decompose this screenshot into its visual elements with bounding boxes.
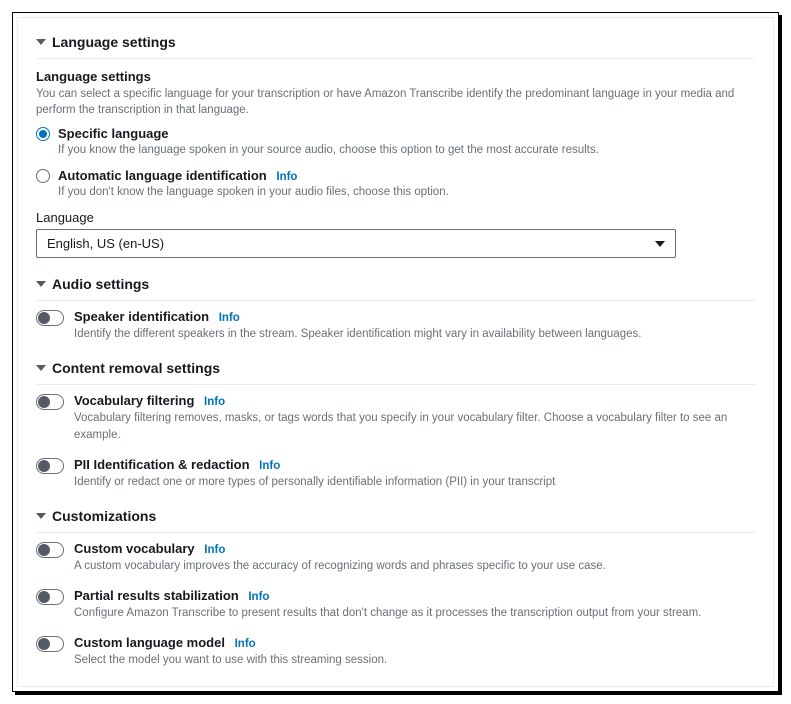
speaker-id-label: Speaker identification	[74, 309, 209, 324]
partial-results-body: Partial results stabilization Info Confi…	[74, 588, 701, 621]
pii-body: PII Identification & redaction Info Iden…	[74, 457, 555, 490]
partial-results-help: Configure Amazon Transcribe to present r…	[74, 605, 701, 621]
toggle-row-custom-lm: Custom language model Info Select the mo…	[36, 635, 755, 668]
section-header-language-settings[interactable]: Language settings	[36, 34, 755, 59]
partial-results-label: Partial results stabilization	[74, 588, 239, 603]
radio-specific-language[interactable]	[36, 127, 50, 141]
toggle-row-partial-results: Partial results stabilization Info Confi…	[36, 588, 755, 621]
caret-down-icon	[36, 281, 46, 287]
toggle-row-vocab-filter: Vocabulary filtering Info Vocabulary fil…	[36, 393, 755, 442]
settings-panel: Language settings Language settings You …	[17, 17, 774, 687]
info-link-vocab-filter[interactable]: Info	[204, 396, 225, 408]
toggle-custom-vocabulary[interactable]	[36, 542, 64, 558]
radio-auto-help: If you don't know the language spoken in…	[58, 184, 449, 200]
section-title: Language settings	[52, 34, 176, 50]
custom-lm-label: Custom language model	[74, 635, 225, 650]
pii-label: PII Identification & redaction	[74, 457, 250, 472]
radio-specific-language-row: Specific language If you know the langua…	[36, 126, 755, 158]
radio-auto-language-row: Automatic language identification Info I…	[36, 168, 755, 200]
custom-lm-body: Custom language model Info Select the mo…	[74, 635, 387, 668]
radio-specific-help: If you know the language spoken in your …	[58, 142, 599, 158]
radio-specific-label: Specific language	[58, 126, 599, 141]
pii-help: Identify or redact one or more types of …	[74, 474, 555, 490]
language-settings-description: You can select a specific language for y…	[36, 86, 755, 118]
vocab-filter-help: Vocabulary filtering removes, masks, or …	[74, 410, 755, 442]
toggle-custom-language-model[interactable]	[36, 636, 64, 652]
radio-auto-label: Automatic language identification	[58, 168, 267, 183]
info-link-partial-results[interactable]: Info	[248, 591, 269, 603]
custom-vocab-help: A custom vocabulary improves the accurac…	[74, 558, 606, 574]
toggle-pii-redaction[interactable]	[36, 458, 64, 474]
toggle-row-speaker-id: Speaker identification Info Identify the…	[36, 309, 755, 342]
section-title: Content removal settings	[52, 360, 220, 376]
caret-down-icon	[36, 365, 46, 371]
radio-specific-body: Specific language If you know the langua…	[58, 126, 599, 158]
info-link-pii[interactable]: Info	[259, 460, 280, 472]
radio-automatic-language-id[interactable]	[36, 169, 50, 183]
chevron-down-icon	[655, 241, 665, 247]
toggle-speaker-identification[interactable]	[36, 310, 64, 326]
section-title: Customizations	[52, 508, 156, 524]
toggle-row-pii: PII Identification & redaction Info Iden…	[36, 457, 755, 490]
section-title: Audio settings	[52, 276, 149, 292]
caret-down-icon	[36, 39, 46, 45]
info-link-auto-language[interactable]: Info	[276, 171, 297, 183]
vocab-filter-body: Vocabulary filtering Info Vocabulary fil…	[74, 393, 755, 442]
section-header-customizations[interactable]: Customizations	[36, 508, 755, 533]
toggle-row-custom-vocab: Custom vocabulary Info A custom vocabula…	[36, 541, 755, 574]
speaker-id-body: Speaker identification Info Identify the…	[74, 309, 641, 342]
info-link-custom-vocab[interactable]: Info	[204, 544, 225, 556]
window-frame: Language settings Language settings You …	[12, 12, 779, 692]
info-link-custom-lm[interactable]: Info	[235, 638, 256, 650]
language-select-value: English, US (en-US)	[47, 236, 164, 251]
section-header-audio-settings[interactable]: Audio settings	[36, 276, 755, 301]
toggle-partial-results-stabilization[interactable]	[36, 589, 64, 605]
custom-vocab-label: Custom vocabulary	[74, 541, 195, 556]
radio-auto-body: Automatic language identification Info I…	[58, 168, 449, 200]
language-settings-subtitle: Language settings	[36, 69, 755, 84]
language-select[interactable]: English, US (en-US)	[36, 229, 676, 258]
info-link-speaker-id[interactable]: Info	[219, 312, 240, 324]
custom-lm-help: Select the model you want to use with th…	[74, 652, 387, 668]
caret-down-icon	[36, 513, 46, 519]
language-field-label: Language	[36, 210, 755, 225]
vocab-filter-label: Vocabulary filtering	[74, 393, 194, 408]
toggle-vocabulary-filtering[interactable]	[36, 394, 64, 410]
speaker-id-help: Identify the different speakers in the s…	[74, 326, 641, 342]
section-header-content-removal[interactable]: Content removal settings	[36, 360, 755, 385]
custom-vocab-body: Custom vocabulary Info A custom vocabula…	[74, 541, 606, 574]
